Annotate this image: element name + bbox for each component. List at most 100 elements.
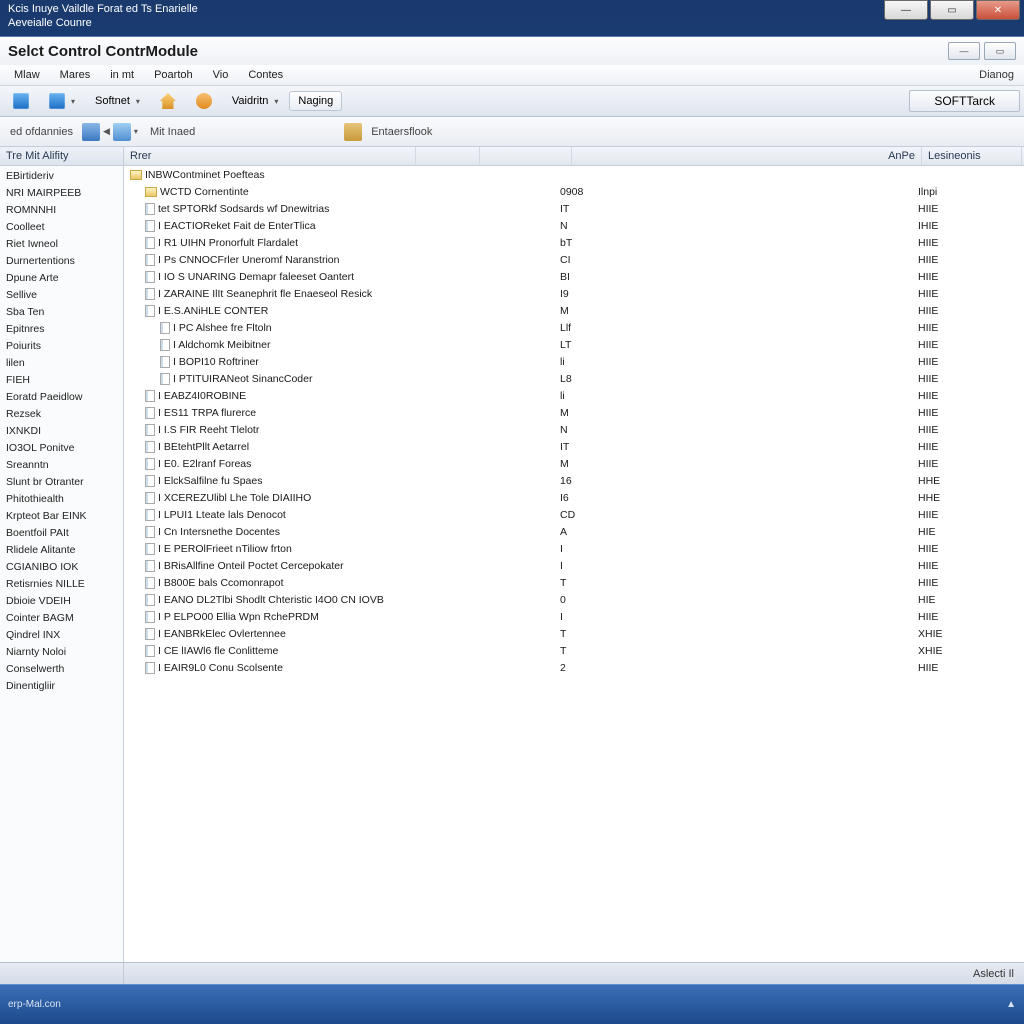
sidebar-item[interactable]: ROMNNHI bbox=[0, 202, 123, 219]
sidebar-item[interactable]: FIEH bbox=[0, 372, 123, 389]
sidebar-item[interactable]: Dinentigliir bbox=[0, 678, 123, 695]
menu-dianog[interactable]: Dianog bbox=[979, 69, 1020, 81]
sidebar-item[interactable]: Coolleet bbox=[0, 219, 123, 236]
sidebar-item[interactable]: Slunt br Otranter bbox=[0, 474, 123, 491]
app-title: Selct Control ContrModule bbox=[8, 43, 198, 60]
sidebar-item[interactable]: Sba Ten bbox=[0, 304, 123, 321]
tool-naging[interactable]: Naging bbox=[289, 91, 342, 111]
row-col2: T bbox=[560, 645, 678, 657]
parent-maximize-button[interactable]: ▭ bbox=[930, 0, 974, 20]
col-anpe[interactable]: AnPe bbox=[572, 147, 922, 165]
disk-icon[interactable] bbox=[82, 123, 100, 141]
tb2-mitinaed[interactable]: Mit Inaed bbox=[144, 126, 201, 138]
tool-icon-1[interactable] bbox=[4, 89, 38, 113]
sidebar-item[interactable]: NRI MAIRPEEB bbox=[0, 185, 123, 202]
sidebar-item[interactable]: Niarnty Noloi bbox=[0, 644, 123, 661]
tree-row[interactable]: I CE lIAWl6 fle ConlittemeTXHIE bbox=[124, 642, 1024, 659]
tool-globe[interactable] bbox=[187, 89, 221, 113]
parent-minimize-button[interactable]: — bbox=[884, 0, 928, 20]
sidebar-item[interactable]: Conselwerth bbox=[0, 661, 123, 678]
tree-row[interactable]: I PTITUIRANeot SinancCoderL8HIIE bbox=[124, 370, 1024, 387]
sidebar-item[interactable]: lilen bbox=[0, 355, 123, 372]
tree-row[interactable]: I BRisAllfine Onteil Poctet Cercepokater… bbox=[124, 557, 1024, 574]
sidebar-item[interactable]: Dbioie VDEIH bbox=[0, 593, 123, 610]
tree-row[interactable]: I ES11 TRPA flurerceMHIIE bbox=[124, 404, 1024, 421]
sidebar-item[interactable]: Rezsek bbox=[0, 406, 123, 423]
tree-row[interactable]: I XCEREZUlibl Lhe Tole DIAIIHOI6HHE bbox=[124, 489, 1024, 506]
tree-row[interactable]: I EANBRkElec OvlertenneeTXHIE bbox=[124, 625, 1024, 642]
sidebar-item[interactable]: Riet Iwneol bbox=[0, 236, 123, 253]
sidebar-item[interactable]: Krpteot Bar EINK bbox=[0, 508, 123, 525]
sidebar-item[interactable]: Boentfoil PAIt bbox=[0, 525, 123, 542]
tree-row[interactable]: I E.S.ANiHLE CONTERMHIIE bbox=[124, 302, 1024, 319]
tree-row[interactable]: I Ps CNNOCFrler Uneromf NaranstrionCIHII… bbox=[124, 251, 1024, 268]
app-minimize-button[interactable]: — bbox=[948, 42, 980, 60]
panel-icon[interactable] bbox=[113, 123, 131, 141]
tree-row[interactable]: tet SPTORkf Sodsards wf DnewitriasITHIIE bbox=[124, 200, 1024, 217]
book-icon[interactable] bbox=[344, 123, 362, 141]
col-blank2[interactable] bbox=[480, 147, 572, 165]
sidebar-item[interactable]: Cointer BAGM bbox=[0, 610, 123, 627]
tree-row[interactable]: I R1 UIHN Pronorfult FlardaletbTHIIE bbox=[124, 234, 1024, 251]
sidebar-item[interactable]: EBirtideriv bbox=[0, 168, 123, 185]
tree-row[interactable]: I ZARAINE IlIt Seanephrit fle Enaeseol R… bbox=[124, 285, 1024, 302]
tree-row[interactable]: I E PEROlFrieet nTiliow frtonIHIIE bbox=[124, 540, 1024, 557]
tool-softtrack[interactable]: SOFTTarck bbox=[909, 90, 1020, 112]
menu-mares[interactable]: Mares bbox=[50, 67, 101, 83]
tool-home[interactable] bbox=[151, 89, 185, 113]
parent-close-button[interactable]: ✕ bbox=[976, 0, 1020, 20]
tool-icon-2[interactable]: ▾ bbox=[40, 89, 84, 113]
tb2-entersflook[interactable]: Entaersflook bbox=[365, 126, 438, 138]
tree-row[interactable]: I IO S UNARING Demapr faleeset OantertBI… bbox=[124, 268, 1024, 285]
tray-icon[interactable]: ▲ bbox=[1006, 999, 1016, 1010]
row-col2: CI bbox=[560, 254, 678, 266]
menu-contes[interactable]: Contes bbox=[238, 67, 293, 83]
tool-softnet[interactable]: Softnet▾ bbox=[86, 91, 149, 111]
sidebar-item[interactable]: Poiurits bbox=[0, 338, 123, 355]
sidebar-item[interactable]: IO3OL Ponitve bbox=[0, 440, 123, 457]
tree-row[interactable]: INBWContminet Poefteas bbox=[124, 166, 1024, 183]
tree-row[interactable]: I Cn Intersnethe DocentesAHIE bbox=[124, 523, 1024, 540]
sidebar-item[interactable]: Phitothiealth bbox=[0, 491, 123, 508]
tree-row[interactable]: I EACTIOReket Fait de EnterTlicaNIHIE bbox=[124, 217, 1024, 234]
sidebar-item[interactable]: Rlidele Alitante bbox=[0, 542, 123, 559]
col-lesineonis[interactable]: Lesineonis bbox=[922, 147, 1022, 165]
sidebar-item[interactable]: Retisrnies NILLE bbox=[0, 576, 123, 593]
tree-row[interactable]: I BOPI10 RoftrinerliHIIE bbox=[124, 353, 1024, 370]
sidebar-item[interactable]: Epitnres bbox=[0, 321, 123, 338]
menu-poartoh[interactable]: Poartoh bbox=[144, 67, 203, 83]
col-rrer[interactable]: Rrer bbox=[124, 147, 416, 165]
tree-row[interactable]: I EANO DL2Tlbi Shodlt Chteristic I4O0 CN… bbox=[124, 591, 1024, 608]
tree-row[interactable]: I LPUI1 Lteate lals DenocotCDHIIE bbox=[124, 506, 1024, 523]
sidebar-item[interactable]: Durnertentions bbox=[0, 253, 123, 270]
app-maximize-button[interactable]: ▭ bbox=[984, 42, 1016, 60]
tree-row[interactable]: I E0. E2lranf ForeasMHIIE bbox=[124, 455, 1024, 472]
tree-row[interactable]: I EABZ4I0ROBINEliHIIE bbox=[124, 387, 1024, 404]
tree-row[interactable]: I P ELPO00 Ellia Wpn RchePRDMIHIIE bbox=[124, 608, 1024, 625]
dropdown-icon[interactable]: ▾ bbox=[134, 127, 138, 136]
col-blank1[interactable] bbox=[416, 147, 480, 165]
sidebar-item[interactable]: Qindrel INX bbox=[0, 627, 123, 644]
sidebar-item[interactable]: Sellive bbox=[0, 287, 123, 304]
tb2-oldannies[interactable]: ed ofdannies bbox=[4, 126, 79, 138]
sidebar-item[interactable]: Eoratd Paeidlow bbox=[0, 389, 123, 406]
menu-mlaw[interactable]: Mlaw bbox=[4, 67, 50, 83]
tool-validator[interactable]: Vaidritn▾ bbox=[223, 91, 288, 111]
menu-vio[interactable]: Vio bbox=[203, 67, 239, 83]
sidebar-item[interactable]: IXNKDI bbox=[0, 423, 123, 440]
tree-row[interactable]: I EAIR9L0 Conu Scolsente2HIIE bbox=[124, 659, 1024, 676]
row-col3: HIIE bbox=[918, 577, 998, 589]
sidebar-item[interactable]: CGIANIBO IOK bbox=[0, 559, 123, 576]
tree-row[interactable]: I B800E bals CcomonrapotTHIIE bbox=[124, 574, 1024, 591]
tree-row[interactable]: I PC Alshee fre FltolnLlfHIIE bbox=[124, 319, 1024, 336]
tree-row[interactable]: I Aldchomk MeibitnerLTHIIE bbox=[124, 336, 1024, 353]
menu-inmt[interactable]: in mt bbox=[100, 67, 144, 83]
sidebar-item[interactable]: Dpune Arte bbox=[0, 270, 123, 287]
file-icon bbox=[145, 203, 155, 215]
tree-row[interactable]: WCTD Cornentinte0908Ilnpi bbox=[124, 183, 1024, 200]
tree-row[interactable]: I ElckSalfilne fu Spaes16HHE bbox=[124, 472, 1024, 489]
back-icon[interactable]: ◀ bbox=[103, 126, 110, 137]
tree-row[interactable]: I BEtehtPllt AetarrelITHIIE bbox=[124, 438, 1024, 455]
tree-row[interactable]: I I.S FIR Reeht TlelotrNHIIE bbox=[124, 421, 1024, 438]
sidebar-item[interactable]: Sreanntn bbox=[0, 457, 123, 474]
